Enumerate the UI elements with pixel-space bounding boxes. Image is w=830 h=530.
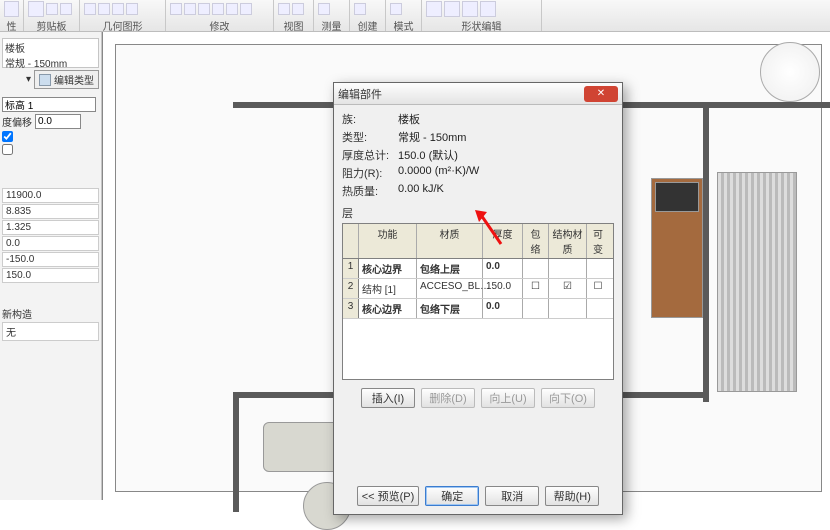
info-mass-label: 热质量: <box>342 183 398 199</box>
delete-button: 删除(D) <box>421 388 475 408</box>
move-down-button: 向下(O) <box>541 388 595 408</box>
info-family-value: 楼板 <box>398 111 614 127</box>
th-function: 功能 <box>359 224 417 258</box>
table-row[interactable]: 3 核心边界 包络下层 0.0 <box>343 299 613 319</box>
info-resistance-label: 阻力(R): <box>342 165 398 181</box>
ok-button[interactable]: 确定 <box>425 486 479 506</box>
info-thickness-label: 厚度总计: <box>342 147 398 163</box>
th-thickness: 厚度 <box>483 224 523 258</box>
layers-section-label: 层 <box>342 205 614 221</box>
info-family-label: 族: <box>342 111 398 127</box>
move-up-button: 向上(U) <box>481 388 535 408</box>
preview-button[interactable]: << 预览(P) <box>357 486 420 506</box>
close-button[interactable]: ✕ <box>584 86 618 102</box>
layers-table: 功能 材质 厚度 包络 结构材质 可变 1 核心边界 包络上层 0.0 <box>342 223 614 380</box>
th-struct-mat: 结构材质 <box>549 224 587 258</box>
info-type-value: 常规 - 150mm <box>398 129 614 145</box>
help-button[interactable]: 帮助(H) <box>545 486 599 506</box>
th-wrap: 包络 <box>523 224 549 258</box>
dialog-backdrop: 编辑部件 ✕ 族:楼板 类型:常规 - 150mm 厚度总计:150.0 (默认… <box>0 0 830 500</box>
dialog-titlebar[interactable]: 编辑部件 ✕ <box>334 83 622 105</box>
info-thickness-value: 150.0 (默认) <box>398 147 614 163</box>
insert-button[interactable]: 插入(I) <box>361 388 415 408</box>
dialog-title: 编辑部件 <box>338 86 382 102</box>
table-row[interactable]: 2 结构 [1] ACCESO_BL… 150.0 ☐ ☑ ☐ <box>343 279 613 299</box>
info-mass-value: 0.00 kJ/K <box>398 183 614 199</box>
table-row[interactable]: 1 核心边界 包络上层 0.0 <box>343 259 613 279</box>
table-header: 功能 材质 厚度 包络 结构材质 可变 <box>343 224 613 259</box>
info-resistance-value: 0.0000 (m²·K)/W <box>398 165 614 181</box>
info-type-label: 类型: <box>342 129 398 145</box>
edit-assembly-dialog: 编辑部件 ✕ 族:楼板 类型:常规 - 150mm 厚度总计:150.0 (默认… <box>333 82 623 515</box>
th-variable: 可变 <box>587 224 609 258</box>
cancel-button[interactable]: 取消 <box>485 486 539 506</box>
th-material: 材质 <box>417 224 483 258</box>
dialog-info: 族:楼板 类型:常规 - 150mm 厚度总计:150.0 (默认) 阻力(R)… <box>342 111 614 199</box>
